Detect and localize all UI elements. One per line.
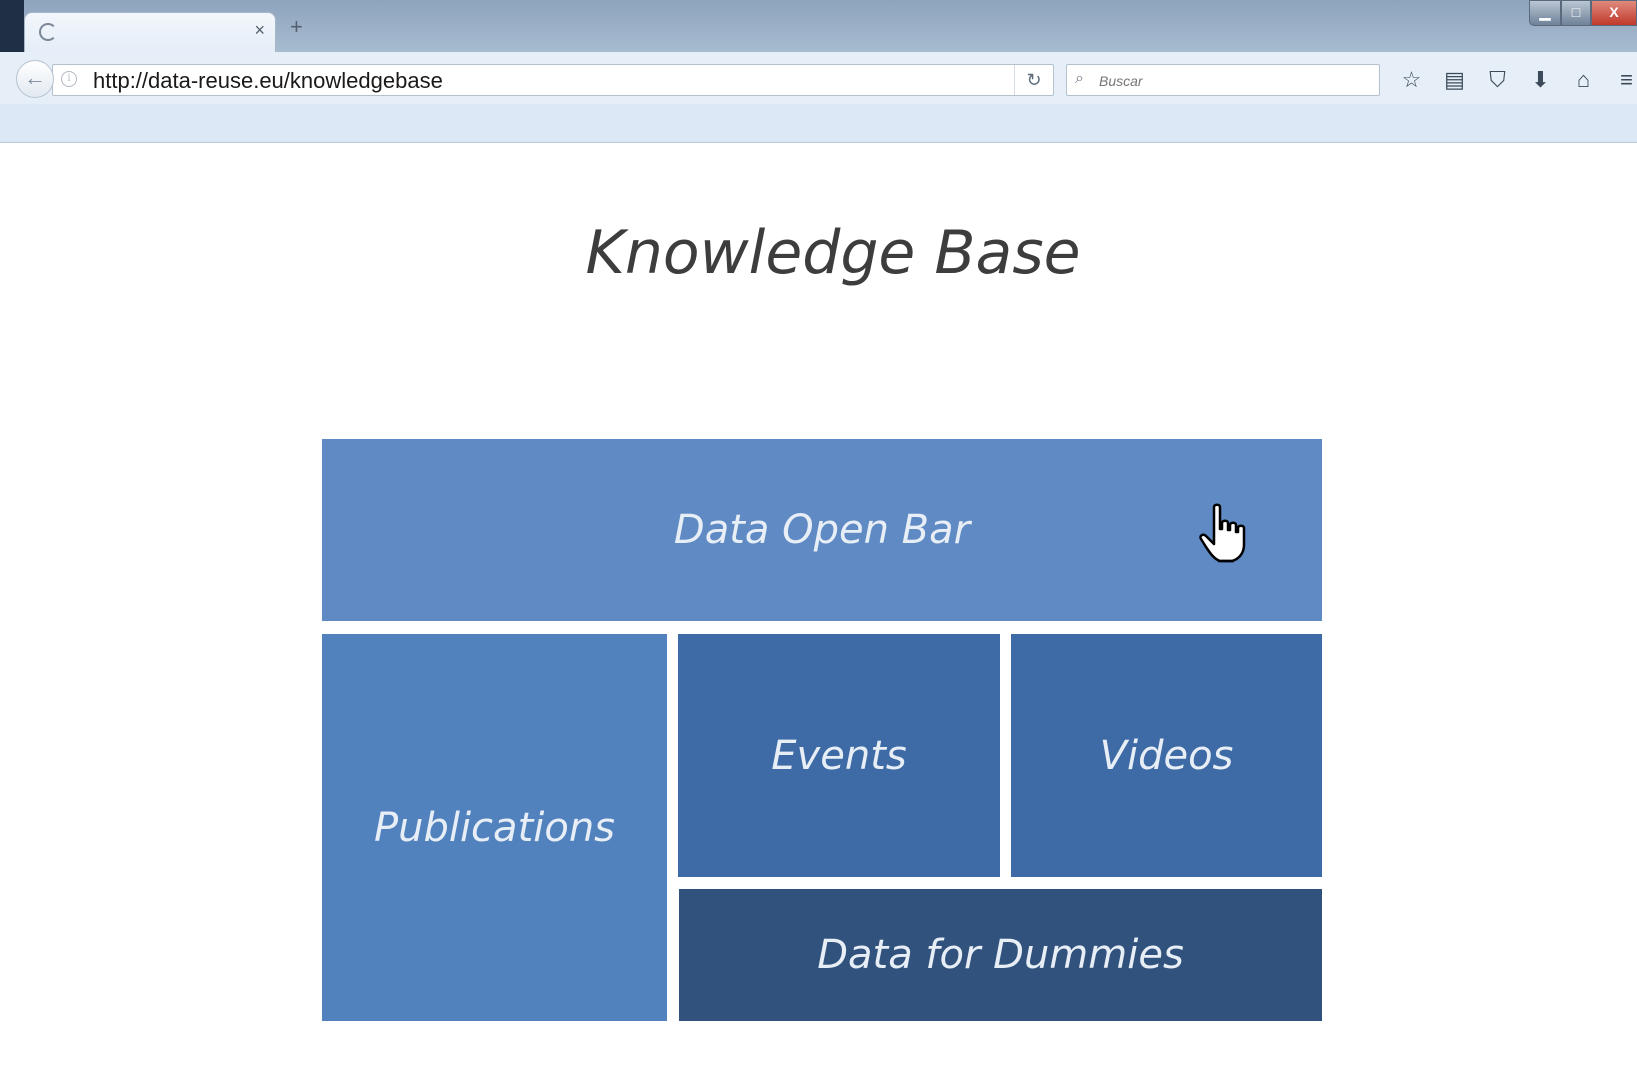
tile-label-publications: Publications xyxy=(373,804,616,851)
tile-label-data-for-dummies: Data for Dummies xyxy=(817,932,1184,978)
tile-data-open-bar[interactable]: Data Open Bar xyxy=(322,439,1322,621)
search-bar[interactable]: ⌕ xyxy=(1066,64,1380,96)
bookmarks-toolbar xyxy=(0,104,1637,143)
reading-list-icon[interactable]: ▤ xyxy=(1433,66,1476,94)
menu-icon[interactable]: ≡ xyxy=(1605,66,1637,94)
tile-events[interactable]: Events xyxy=(678,634,1000,877)
tile-videos[interactable]: Videos xyxy=(1011,634,1322,877)
window-controls: ▁ □ X xyxy=(1529,0,1637,32)
reload-button[interactable]: ↻ xyxy=(1014,65,1053,95)
page-title: Knowledge Base xyxy=(585,218,1081,288)
url-text[interactable]: http://data-reuse.eu/knowledgebase xyxy=(93,69,443,93)
pocket-icon[interactable]: ⛉ xyxy=(1476,66,1519,94)
tab-strip: × + ▁ □ X xyxy=(0,0,1637,53)
new-tab-button[interactable]: + xyxy=(290,16,303,38)
minimize-button[interactable]: ▁ xyxy=(1529,0,1561,26)
search-input[interactable] xyxy=(1097,69,1371,93)
tile-label-events: Events xyxy=(771,732,907,779)
home-icon[interactable]: ⌂ xyxy=(1562,66,1605,94)
navigation-bar: i http://data-reuse.eu/knowledgebase ↻ ←… xyxy=(0,52,1637,104)
maximize-button[interactable]: □ xyxy=(1561,0,1591,26)
bookmark-star-icon[interactable]: ☆ xyxy=(1390,66,1433,94)
tile-publications[interactable]: Publications xyxy=(322,634,667,1021)
window-corner xyxy=(0,0,24,52)
search-icon: ⌕ xyxy=(1075,70,1084,87)
back-button[interactable]: ← xyxy=(16,60,54,98)
hand-pointer-cursor-icon xyxy=(1199,503,1246,563)
page-content: Knowledge Base Data Open Bar Publication… xyxy=(0,143,1637,1087)
toolbar-icons: ☆ ▤ ⛉ ⬇ ⌂ ≡ xyxy=(1390,66,1637,94)
site-info-icon[interactable]: i xyxy=(61,71,77,87)
tab-close-icon[interactable]: × xyxy=(254,21,265,39)
loading-spinner-icon xyxy=(39,23,57,41)
tile-label-data-open-bar: Data Open Bar xyxy=(673,507,971,553)
downloads-icon[interactable]: ⬇ xyxy=(1519,66,1562,94)
address-bar[interactable]: i http://data-reuse.eu/knowledgebase ↻ xyxy=(52,64,1054,96)
tile-label-videos: Videos xyxy=(1099,732,1234,779)
tile-data-for-dummies[interactable]: Data for Dummies xyxy=(679,889,1322,1021)
close-window-button[interactable]: X xyxy=(1591,0,1637,26)
browser-window: × + ▁ □ X i http://data-reuse.eu/knowled… xyxy=(0,0,1637,1087)
active-tab[interactable]: × xyxy=(24,12,276,53)
back-arrow-icon: ← xyxy=(24,65,46,90)
